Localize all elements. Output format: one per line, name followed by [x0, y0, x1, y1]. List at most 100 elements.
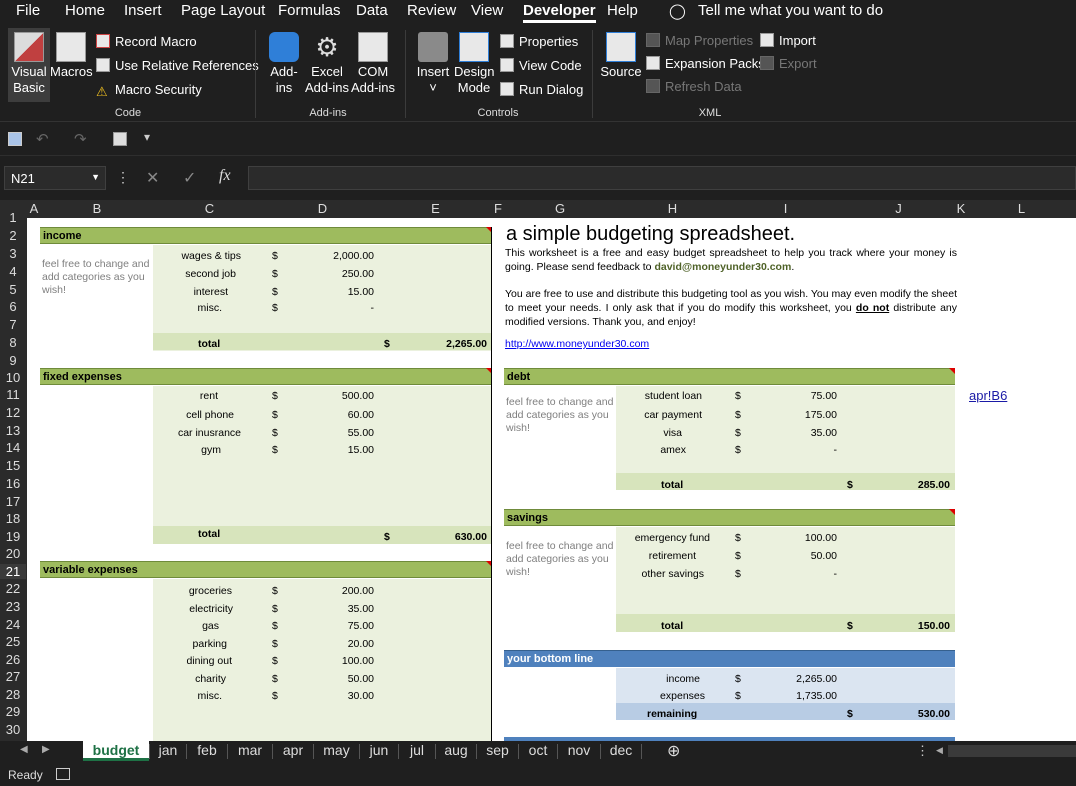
row-header-selected[interactable]: 21 [0, 564, 26, 579]
column-header[interactable]: A [27, 201, 41, 216]
expansion-packs-button[interactable]: Expansion Packs [646, 56, 765, 71]
row-header[interactable]: 3 [0, 246, 26, 261]
row-header[interactable]: 12 [0, 405, 26, 420]
column-header[interactable]: K [955, 201, 967, 216]
export-button[interactable]: Export [760, 56, 817, 71]
scroll-right-icon[interactable]: ▶ [42, 744, 50, 755]
print-preview-icon[interactable] [113, 132, 127, 146]
properties-button[interactable]: Properties [500, 34, 578, 49]
more-options-icon[interactable]: ⋮ [916, 743, 929, 759]
column-header[interactable]: I [729, 201, 842, 216]
row-header[interactable]: 10 [0, 370, 26, 385]
add-sheet-icon[interactable]: ⊕ [667, 741, 680, 761]
record-macro-button[interactable]: Record Macro [96, 34, 197, 49]
menu-insert[interactable]: Insert [124, 2, 162, 19]
menu-view[interactable]: View [471, 2, 503, 19]
column-header[interactable]: H [616, 201, 729, 216]
sheet-tab-aug[interactable]: aug [436, 741, 476, 761]
scroll-left-icon[interactable]: ◀ [936, 745, 943, 756]
row-header[interactable]: 29 [0, 704, 26, 719]
row-header[interactable]: 11 [0, 387, 26, 402]
row-header[interactable]: 7 [0, 317, 26, 332]
cancel-icon[interactable]: ✕ [146, 168, 159, 188]
sheet-tab-mar[interactable]: mar [228, 741, 272, 761]
insert-function-icon[interactable]: fx [219, 167, 231, 185]
row-header[interactable]: 22 [0, 581, 26, 596]
row-header[interactable]: 8 [0, 335, 26, 350]
macro-security-button[interactable]: ⚠ Macro Security [96, 82, 202, 99]
run-dialog-button[interactable]: Run Dialog [500, 82, 583, 97]
column-header[interactable]: B [41, 201, 153, 216]
column-header[interactable]: J [842, 201, 955, 216]
accessibility-icon[interactable] [56, 768, 70, 780]
column-header[interactable]: F [492, 201, 504, 216]
comment-indicator[interactable] [949, 368, 955, 374]
website-link[interactable]: http://www.moneyunder30.com [505, 338, 649, 350]
redo-icon[interactable]: ↷ [74, 130, 87, 148]
comment-indicator[interactable] [949, 509, 955, 515]
design-mode-button[interactable]: Design Mode [454, 32, 494, 96]
row-header[interactable]: 16 [0, 476, 26, 491]
sheet-tab-jul[interactable]: jul [399, 741, 435, 761]
relative-references-button[interactable]: Use Relative References [96, 58, 259, 73]
scroll-left-icon[interactable]: ◀ [20, 744, 28, 755]
row-header[interactable]: 19 [0, 529, 26, 544]
excel-addins-button[interactable]: ⚙ Excel Add-ins [304, 32, 350, 96]
feedback-email[interactable]: david@moneyunder30.com [654, 261, 791, 273]
column-header[interactable]: L [967, 201, 1076, 216]
row-header[interactable]: 6 [0, 299, 26, 314]
import-button[interactable]: Import [760, 33, 816, 48]
link-cell[interactable]: apr!B6 [969, 388, 1007, 403]
more-options-icon[interactable]: ⋮ [116, 169, 130, 186]
row-header[interactable]: 14 [0, 440, 26, 455]
com-addins-button[interactable]: COM Add-ins [350, 32, 396, 96]
addins-button[interactable]: Add-ins [264, 32, 304, 96]
menu-review[interactable]: Review [407, 2, 456, 19]
row-header[interactable]: 26 [0, 652, 26, 667]
row-header[interactable]: 18 [0, 511, 26, 526]
sheet-tab-dec[interactable]: dec [601, 741, 641, 761]
undo-icon[interactable]: ↶ [36, 130, 49, 148]
row-header[interactable]: 13 [0, 423, 26, 438]
sheet-tab-apr[interactable]: apr [273, 741, 313, 761]
chevron-down-icon[interactable]: ▼ [91, 172, 100, 182]
visual-basic-button[interactable]: Visual Basic [8, 28, 50, 102]
sheet-tab-oct[interactable]: oct [519, 741, 557, 761]
source-button[interactable]: Source [600, 32, 642, 80]
row-header[interactable]: 5 [0, 282, 26, 297]
sheet-tab-feb[interactable]: feb [187, 741, 227, 761]
row-header[interactable]: 2 [0, 228, 26, 243]
row-header[interactable]: 9 [0, 353, 26, 368]
formula-input[interactable] [248, 166, 1076, 190]
menu-data[interactable]: Data [356, 2, 388, 19]
column-header[interactable]: G [504, 201, 616, 216]
sheet-tab-nov[interactable]: nov [558, 741, 600, 761]
tell-me-search[interactable]: Tell me what you want to do [698, 2, 883, 19]
row-header[interactable]: 17 [0, 494, 26, 509]
macros-button[interactable]: Macros [50, 32, 93, 80]
sheet-tab-jan[interactable]: jan [150, 741, 186, 761]
row-header[interactable]: 4 [0, 264, 26, 279]
row-header[interactable]: 30 [0, 722, 26, 737]
column-header[interactable]: C [153, 201, 266, 216]
menu-help[interactable]: Help [607, 2, 638, 19]
menu-formulas[interactable]: Formulas [278, 2, 341, 19]
save-icon[interactable] [8, 132, 22, 146]
sheet-tab-jun[interactable]: jun [360, 741, 398, 761]
column-header[interactable]: E [379, 201, 492, 216]
map-properties-button[interactable]: Map Properties [646, 33, 753, 48]
row-header[interactable]: 25 [0, 634, 26, 649]
menu-developer[interactable]: Developer [523, 2, 596, 23]
horizontal-scrollbar[interactable] [948, 745, 1076, 757]
row-header[interactable]: 15 [0, 458, 26, 473]
name-box[interactable]: N21 ▼ [4, 166, 106, 190]
enter-icon[interactable]: ✓ [183, 168, 196, 188]
row-header[interactable]: 20 [0, 546, 26, 561]
row-header[interactable]: 23 [0, 599, 26, 614]
customize-qat-icon[interactable]: ▾ [144, 130, 150, 144]
row-header[interactable]: 1 [0, 210, 26, 225]
menu-home[interactable]: Home [65, 2, 105, 19]
row-header[interactable]: 27 [0, 669, 26, 684]
row-header[interactable]: 24 [0, 617, 26, 632]
column-header[interactable]: D [266, 201, 379, 216]
